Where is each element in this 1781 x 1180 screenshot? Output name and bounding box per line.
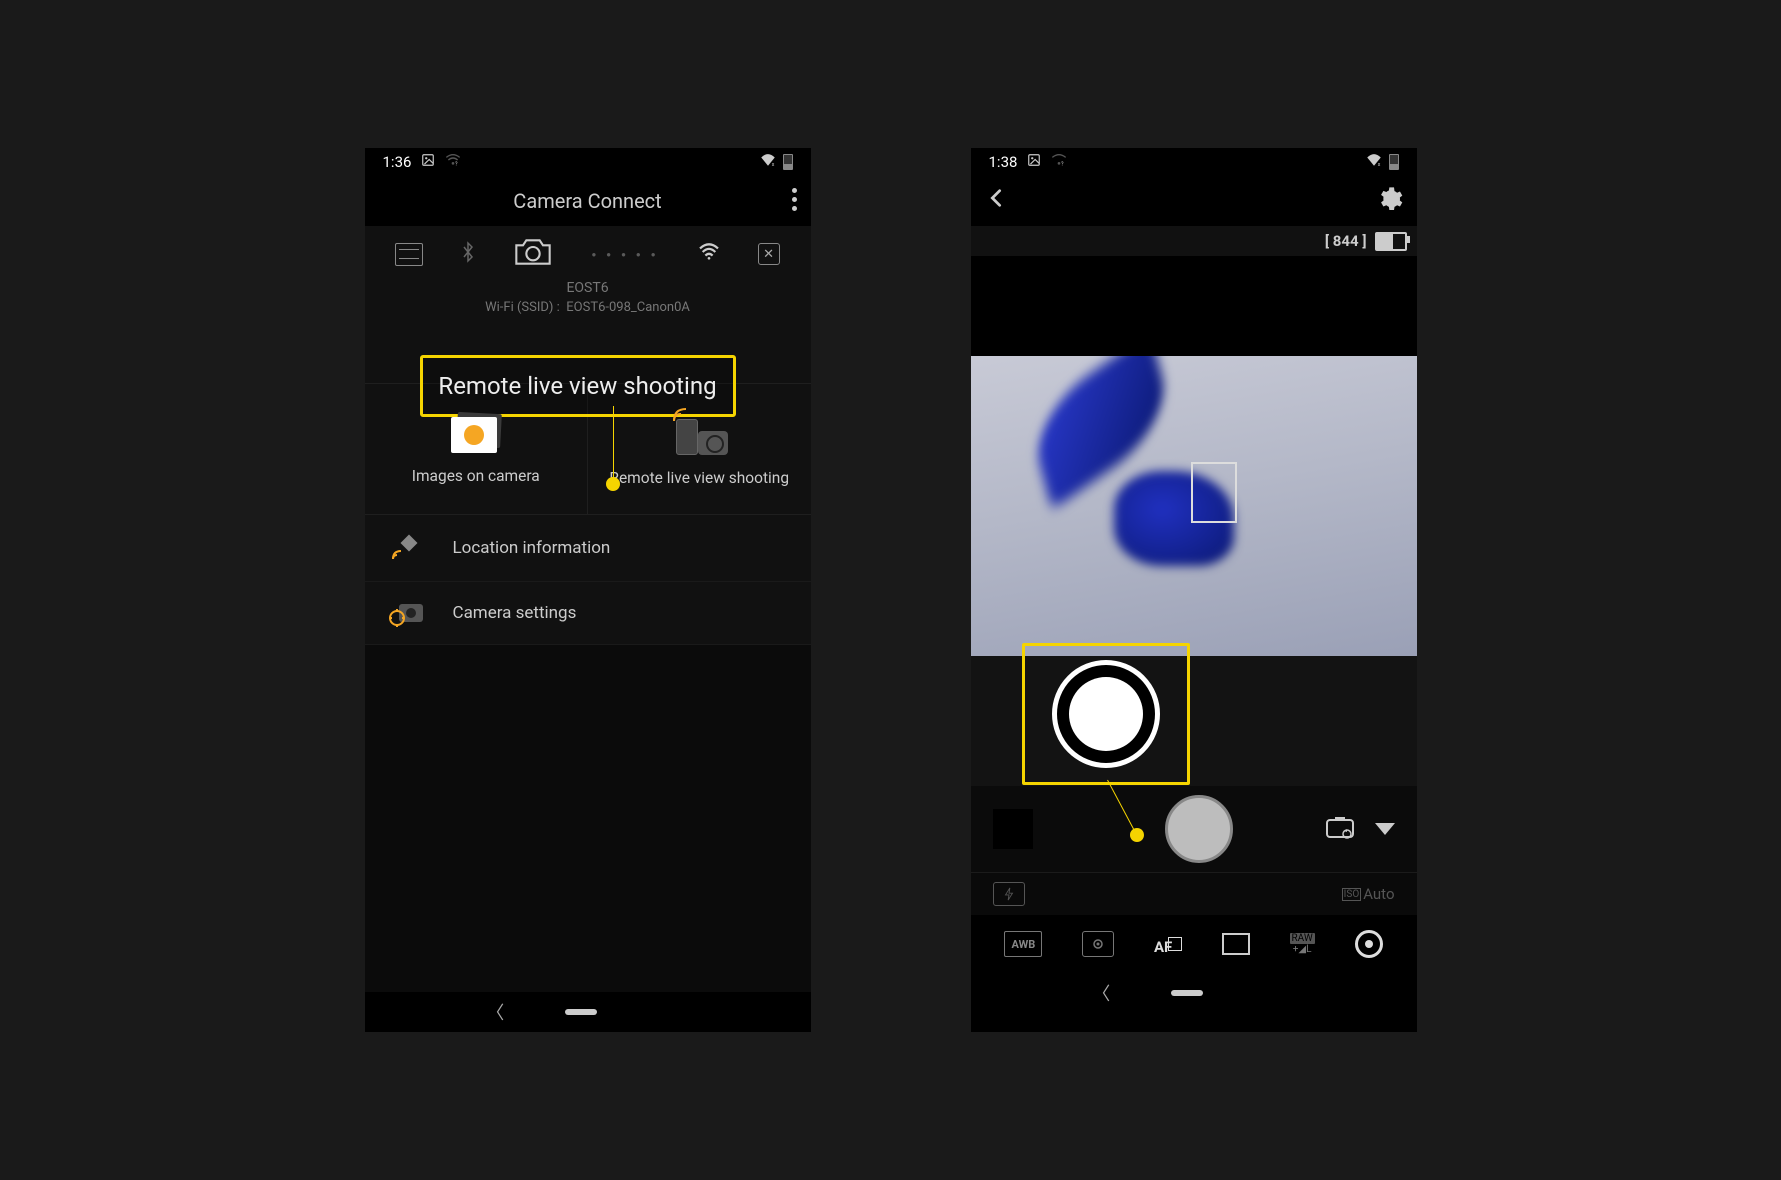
svg-text:?: ? [1061, 161, 1064, 167]
camera-info: EOST6 Wi-Fi (SSID) : EOST6-098_Canon0A [365, 280, 811, 323]
status-time: 1:38 [989, 153, 1018, 171]
camera-switch-icon[interactable] [1325, 815, 1355, 843]
android-nav-bar: 〈 [971, 973, 1417, 1013]
shutter-highlight-area [971, 656, 1417, 786]
wifi-status-icon: ? [445, 153, 461, 171]
nav-back-icon[interactable]: 〈 [1092, 980, 1110, 1006]
camera-settings-row[interactable]: Camera settings [365, 582, 811, 645]
settings-label: Camera settings [453, 603, 577, 623]
satellite-icon [389, 531, 427, 565]
white-balance-button[interactable]: AWB [1004, 931, 1042, 957]
image-quality-button[interactable]: RAW +◢L [1290, 933, 1315, 955]
camera-settings-icon [389, 598, 427, 628]
remote-view-header [971, 176, 1417, 226]
connection-status-row: ● ● ● ● ● ✕ [365, 226, 811, 280]
app-header: Camera Connect [365, 176, 811, 226]
bluetooth-icon[interactable] [461, 241, 475, 268]
shutter-graphic [1052, 660, 1160, 768]
images-stack-icon [451, 413, 501, 453]
wifi-icon: x [759, 153, 777, 172]
iso-setting[interactable]: ISOAuto [1342, 885, 1395, 903]
status-bar: 1:36 ? x [365, 148, 811, 176]
app-title: Camera Connect [513, 189, 661, 213]
more-menu-icon[interactable] [792, 188, 797, 211]
nav-home-icon[interactable] [565, 1009, 597, 1015]
svg-text:x: x [771, 161, 774, 167]
flash-icon[interactable] [993, 882, 1025, 906]
chevron-down-icon[interactable] [1375, 823, 1395, 835]
secondary-controls: ISOAuto [971, 873, 1417, 915]
location-information-row[interactable]: Location information [365, 515, 811, 582]
metering-button[interactable] [1082, 931, 1114, 957]
list-icon[interactable] [395, 243, 423, 266]
iso-value: Auto [1363, 885, 1394, 903]
images-on-camera-button[interactable]: Images on camera [365, 384, 589, 514]
phone-screenshot-left: 1:36 ? x Camera Connect [365, 148, 811, 1032]
photos-status-icon [1027, 153, 1041, 171]
nav-back-icon[interactable]: 〈 [486, 999, 504, 1025]
battery-icon [1389, 154, 1399, 170]
camera-name: EOST6 [365, 280, 811, 296]
af-mode-button[interactable]: AF [1154, 937, 1182, 951]
capture-controls [971, 786, 1417, 873]
viewfinder-letterbox-top [971, 256, 1417, 356]
battery-icon [783, 154, 793, 170]
camera-battery-icon [1375, 232, 1407, 251]
disconnect-button[interactable]: ✕ [758, 243, 780, 265]
feature-grid: Images on camera Remote live view shooti… [365, 383, 811, 515]
focus-indicator[interactable] [1191, 462, 1237, 523]
android-nav-bar: 〈 [365, 992, 811, 1032]
empty-area [365, 645, 811, 992]
back-button[interactable] [985, 186, 1007, 216]
status-bar: 1:38 ? x [971, 148, 1417, 176]
remote-shooting-icon [670, 411, 728, 455]
wifi-icon: x [1365, 153, 1383, 172]
images-label: Images on camera [412, 467, 540, 485]
phone-screenshot-right: 1:38 ? x [ 844 ] [971, 148, 1417, 1032]
drive-mode-button[interactable] [1222, 933, 1250, 955]
wifi-status-icon: ? [1051, 153, 1067, 171]
shutter-button[interactable] [1165, 795, 1233, 863]
live-viewfinder[interactable] [971, 356, 1417, 656]
svg-text:x: x [1377, 161, 1380, 167]
camera-params-bar: AWB AF RAW +◢L [971, 915, 1417, 973]
wifi-connection-icon [698, 243, 720, 265]
ssid-label: Wi-Fi (SSID) : [485, 300, 560, 315]
settings-gear-icon[interactable] [1375, 185, 1403, 217]
connection-dots-icon: ● ● ● ● ● [591, 250, 659, 259]
remote-label: Remote live view shooting [609, 469, 789, 487]
callout-highlight-shutter [1022, 643, 1190, 785]
spacer [365, 323, 811, 383]
svg-text:?: ? [455, 161, 458, 167]
camera-icon [513, 236, 553, 272]
ssid-value: EOST6-098_Canon0A [566, 300, 690, 315]
photos-status-icon [421, 153, 435, 171]
location-label: Location information [453, 538, 611, 558]
status-time: 1:36 [383, 153, 412, 171]
picture-style-button[interactable] [1355, 930, 1383, 958]
shots-remaining: [ 844 ] [1325, 232, 1367, 250]
remote-live-view-button[interactable]: Remote live view shooting [588, 384, 811, 514]
mode-indicator[interactable] [993, 809, 1033, 849]
nav-home-icon[interactable] [1171, 990, 1203, 996]
shots-remaining-bar: [ 844 ] [971, 226, 1417, 256]
